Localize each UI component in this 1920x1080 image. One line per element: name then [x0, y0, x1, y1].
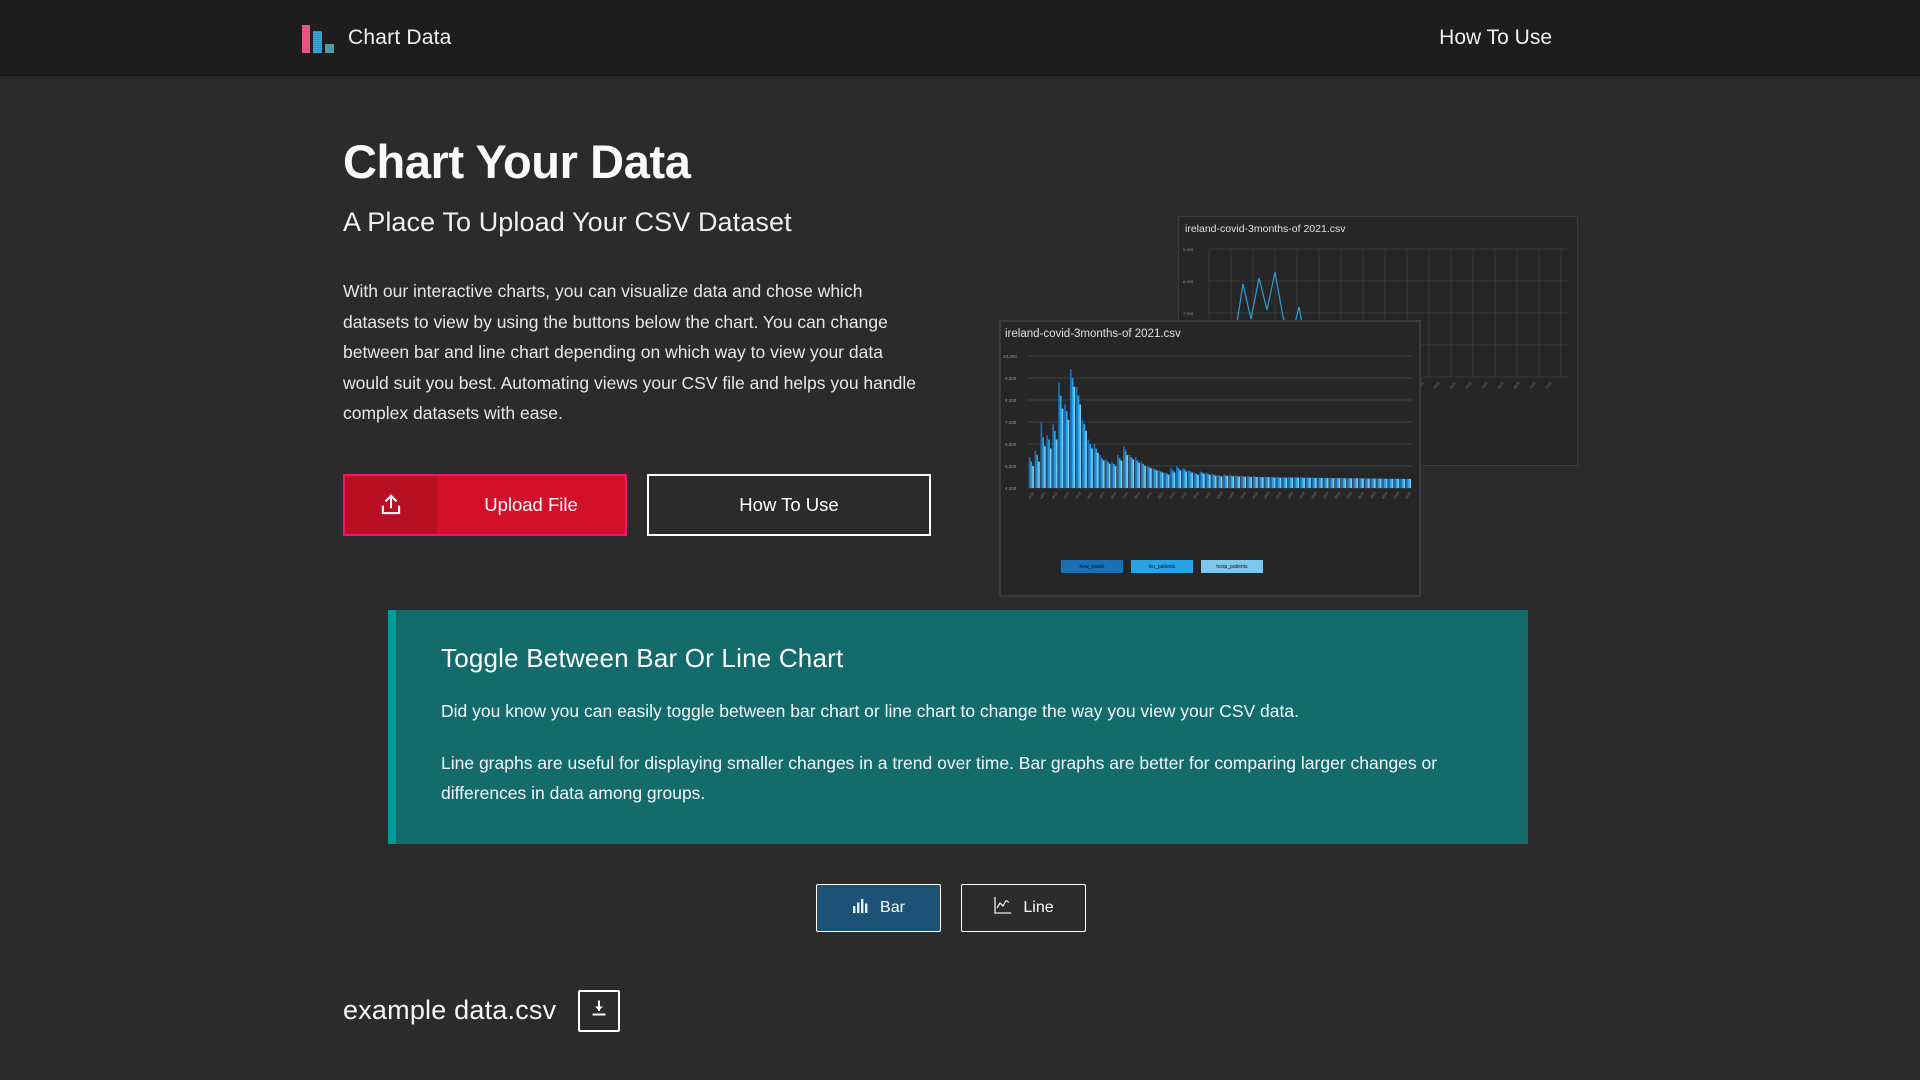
line-chart-icon	[993, 896, 1012, 920]
svg-text:10,000: 10,000	[1003, 354, 1017, 359]
callout-title: Toggle Between Bar Or Line Chart	[441, 643, 1488, 674]
preview-bar-chart: ireland-covid-3months-of 2021.csv 10,000…	[1000, 321, 1420, 596]
upload-file-button[interactable]: Upload File	[343, 474, 627, 536]
svg-text:02/02: 02/02	[1465, 381, 1473, 390]
preview-bar-legend: new_cases icu_patients hosp_patients	[1001, 554, 1419, 573]
svg-text:11/01: 11/01	[1086, 491, 1094, 500]
svg-text:22/02: 22/02	[1334, 491, 1342, 500]
svg-text:18/02: 18/02	[1310, 491, 1318, 500]
svg-text:6,000: 6,000	[1005, 442, 1017, 447]
svg-text:31/01: 31/01	[1204, 491, 1212, 500]
svg-text:7,000: 7,000	[1005, 420, 1017, 425]
svg-text:21/01: 21/01	[1145, 491, 1153, 500]
preview-bar-chart-title: ireland-covid-3months-of 2021.csv	[1001, 322, 1419, 344]
svg-text:04/02: 04/02	[1228, 491, 1236, 500]
nav-link-how-to-use[interactable]: How To Use	[1439, 26, 1552, 49]
legend-button-hosp-patients-bar[interactable]: hosp_patients	[1201, 560, 1263, 573]
svg-text:28/02: 28/02	[1369, 491, 1377, 500]
chart-type-toggle: Bar Line	[0, 884, 1086, 932]
svg-text:16/02: 16/02	[1298, 491, 1306, 500]
svg-text:06/02: 06/02	[1497, 381, 1505, 390]
page-title: Chart Your Data	[343, 134, 1920, 189]
how-to-use-label: How To Use	[739, 494, 838, 516]
svg-text:01/01: 01/01	[1027, 491, 1035, 500]
svg-text:06/03: 06/03	[1404, 491, 1412, 500]
svg-text:03/01: 03/01	[1039, 491, 1047, 500]
callout-paragraph-2: Line graphs are useful for displaying sm…	[441, 748, 1488, 808]
svg-text:24/02: 24/02	[1345, 491, 1353, 500]
preview-line-chart-title: ireland-covid-3months-of 2021.csv	[1179, 217, 1577, 239]
nav-right: How To Use	[1439, 26, 1552, 50]
brand[interactable]: Chart Data	[302, 23, 452, 53]
svg-text:04/02: 04/02	[1481, 381, 1489, 390]
line-chart-label: Line	[1023, 899, 1053, 917]
svg-text:5,000: 5,000	[1005, 464, 1017, 469]
svg-text:25/01: 25/01	[1169, 491, 1177, 500]
how-to-use-button[interactable]: How To Use	[647, 474, 931, 536]
navbar: Chart Data How To Use	[0, 0, 1920, 76]
svg-text:27/01: 27/01	[1180, 491, 1188, 500]
upload-icon	[345, 476, 437, 534]
svg-text:8,000: 8,000	[1005, 398, 1017, 403]
line-chart-button[interactable]: Line	[961, 884, 1086, 932]
file-name: example data.csv	[343, 995, 556, 1026]
svg-text:20/02: 20/02	[1322, 491, 1330, 500]
toggle-info-callout: Toggle Between Bar Or Line Chart Did you…	[388, 610, 1528, 844]
svg-text:02/03: 02/03	[1381, 491, 1389, 500]
hero-description: With our interactive charts, you can vis…	[343, 276, 923, 429]
svg-text:9,000: 9,000	[1005, 376, 1017, 381]
svg-text:17/01: 17/01	[1122, 491, 1130, 500]
svg-text:08/02: 08/02	[1513, 381, 1521, 390]
svg-text:02/02: 02/02	[1216, 491, 1224, 500]
svg-text:07/01: 07/01	[1063, 491, 1071, 500]
svg-text:26/02: 26/02	[1357, 491, 1365, 500]
bar-chart-icon	[852, 897, 869, 919]
preview-bar-plot: 10,000 9,000 8,000 7,000 6,000 5,000 4,0…	[1001, 344, 1419, 554]
svg-text:15/01: 15/01	[1110, 491, 1118, 500]
svg-text:12/02: 12/02	[1545, 381, 1553, 390]
svg-text:8,000: 8,000	[1183, 279, 1194, 284]
svg-text:06/02: 06/02	[1239, 491, 1247, 500]
brand-name: Chart Data	[348, 26, 452, 50]
svg-text:19/01: 19/01	[1133, 491, 1141, 500]
svg-text:29/01: 29/01	[1192, 491, 1200, 500]
file-row: example data.csv	[343, 990, 1920, 1032]
bar-chart-label: Bar	[880, 899, 905, 917]
download-icon	[589, 999, 609, 1022]
svg-text:10/02: 10/02	[1529, 381, 1537, 390]
svg-text:4,000: 4,000	[1005, 486, 1017, 491]
svg-text:08/02: 08/02	[1251, 491, 1259, 500]
svg-text:9,000: 9,000	[1183, 247, 1194, 252]
callout-paragraph-1: Did you know you can easily toggle betwe…	[441, 696, 1488, 726]
svg-text:12/02: 12/02	[1275, 491, 1283, 500]
chart-preview-images: ireland-covid-3months-of 2021.csv 9,000 …	[1000, 216, 1660, 596]
legend-button-new-cases[interactable]: new_cases	[1061, 560, 1123, 573]
svg-text:10/02: 10/02	[1263, 491, 1271, 500]
bar-chart-button[interactable]: Bar	[816, 884, 941, 932]
svg-text:13/01: 13/01	[1098, 491, 1106, 500]
svg-text:23/01: 23/01	[1157, 491, 1165, 500]
upload-file-label: Upload File	[437, 494, 625, 516]
svg-text:14/02: 14/02	[1287, 491, 1295, 500]
legend-button-icu-patients[interactable]: icu_patients	[1131, 560, 1193, 573]
download-button[interactable]	[578, 990, 620, 1032]
hero-section: Chart Your Data A Place To Upload Your C…	[0, 76, 1920, 536]
svg-text:7,000: 7,000	[1183, 311, 1194, 316]
svg-text:09/01: 09/01	[1074, 491, 1082, 500]
svg-text:31/01: 31/01	[1449, 381, 1457, 390]
chart-logo-icon	[302, 23, 334, 53]
svg-text:05/01: 05/01	[1051, 491, 1059, 500]
svg-text:04/03: 04/03	[1393, 491, 1401, 500]
svg-text:29/01: 29/01	[1433, 381, 1441, 390]
